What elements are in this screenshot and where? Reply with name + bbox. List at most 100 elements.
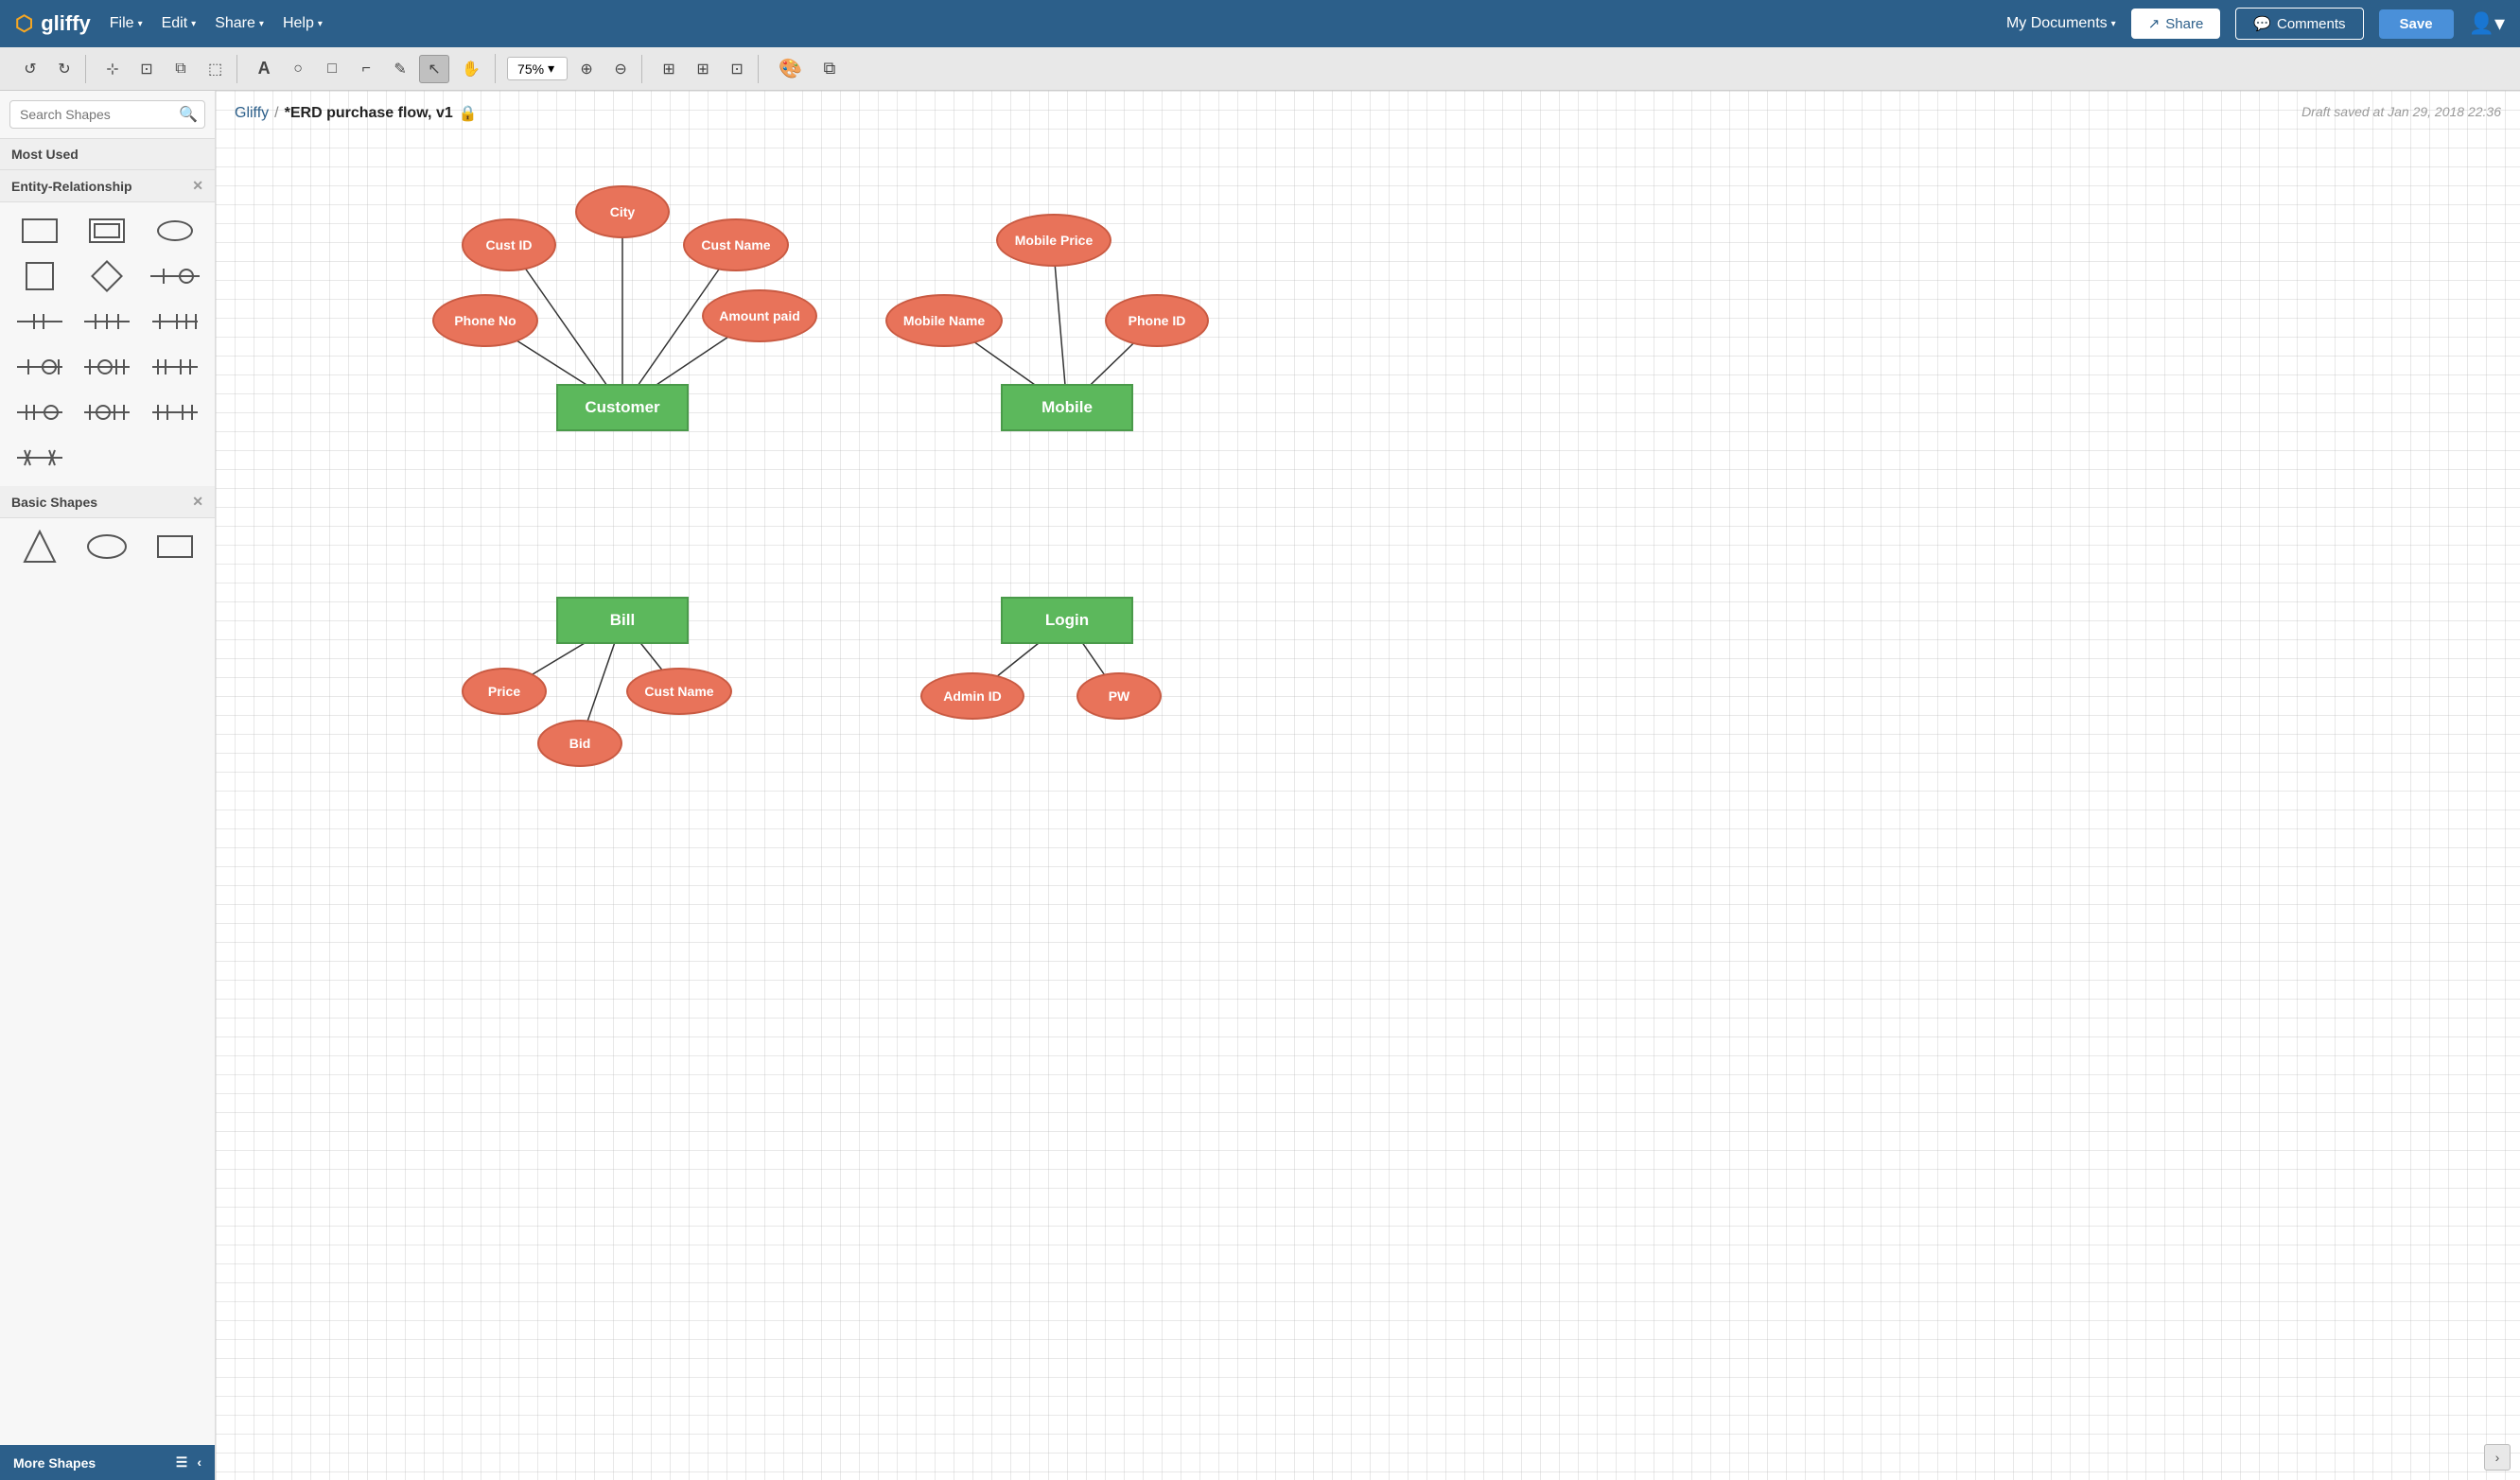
er-one-many-icon — [150, 306, 200, 337]
comments-button[interactable]: 💬 Comments — [2235, 8, 2363, 40]
select-button[interactable]: ⊹ — [97, 55, 128, 83]
er-exactly-one-shape[interactable] — [8, 392, 72, 433]
er-entity2-shape[interactable] — [8, 255, 72, 297]
style-group: 🎨 ⧉ — [764, 52, 850, 85]
file-menu[interactable]: File ▾ — [110, 15, 143, 32]
er-zero-one-shape[interactable] — [8, 346, 72, 388]
attr-admin-id[interactable]: Admin ID — [920, 672, 1024, 720]
attr-amount-paid[interactable]: Amount paid — [702, 289, 817, 342]
er-one-many-shape[interactable] — [143, 301, 207, 342]
basic-shapes-section-header[interactable]: Basic Shapes ✕ — [0, 486, 215, 518]
redo-button[interactable]: ↻ — [49, 55, 79, 83]
er-one-icon — [15, 306, 64, 337]
attr-phone-no[interactable]: Phone No — [432, 294, 538, 347]
attr-mobile-name[interactable]: Mobile Name — [885, 294, 1003, 347]
layers-button[interactable]: ⧉ — [814, 54, 845, 83]
zoom-in-button[interactable]: ⊕ — [571, 55, 602, 83]
er-many-shape[interactable] — [76, 301, 140, 342]
er-section-close[interactable]: ✕ — [192, 178, 203, 194]
rect-tool-button[interactable]: □ — [317, 56, 347, 82]
triangle-shape[interactable] — [8, 526, 72, 567]
entity-login-label: Login — [1045, 611, 1089, 630]
edit-menu[interactable]: Edit ▾ — [162, 15, 197, 32]
save-button[interactable]: Save — [2379, 9, 2454, 39]
attr-city[interactable]: City — [575, 185, 670, 238]
paste-button[interactable]: ⬚ — [200, 55, 231, 83]
er-exactly-one-icon — [15, 397, 64, 427]
attr-cust-name[interactable]: Cust Name — [683, 218, 789, 271]
corner-expand-button[interactable]: › — [2484, 1444, 2511, 1471]
canvas-area[interactable]: Gliffy / *ERD purchase flow, v1 🔒 Draft … — [216, 91, 2520, 1480]
er-shapes-grid — [0, 202, 215, 486]
attr-cust-name2-label: Cust Name — [644, 684, 713, 699]
draw-tool-button[interactable]: ✎ — [385, 55, 415, 83]
entity-relationship-section-header[interactable]: Entity-Relationship ✕ — [0, 170, 215, 202]
nav-right-actions: My Documents ▾ ↗ Share 💬 Comments Save 👤… — [2006, 8, 2505, 40]
text-tool-button[interactable]: A — [249, 54, 279, 83]
attr-mobile-price[interactable]: Mobile Price — [996, 214, 1111, 267]
er-many-many-shape[interactable] — [143, 392, 207, 433]
copy-button[interactable]: ⧉ — [166, 56, 196, 82]
circle-tool-button[interactable]: ○ — [283, 56, 313, 82]
basic-shapes-close[interactable]: ✕ — [192, 494, 203, 510]
search-input[interactable] — [9, 100, 205, 129]
select-area-button[interactable]: ⊡ — [131, 55, 162, 83]
line-tool-button[interactable]: ⌐ — [351, 56, 381, 82]
zoom-out-button[interactable]: ⊖ — [605, 55, 636, 83]
draft-saved-status: Draft saved at Jan 29, 2018 22:36 — [2301, 104, 2501, 119]
pointer-tool-button[interactable]: ↖ — [419, 55, 449, 83]
undo-button[interactable]: ↺ — [15, 55, 45, 83]
help-menu[interactable]: Help ▾ — [283, 15, 323, 32]
attr-cust-name2[interactable]: Cust Name — [626, 668, 732, 715]
zoom-selector[interactable]: 75% ▾ — [507, 57, 568, 80]
er-cross-cross-shape[interactable] — [8, 437, 72, 479]
color-button[interactable]: 🎨 — [770, 52, 811, 85]
search-icon-button[interactable]: 🔍 — [179, 105, 198, 124]
entity-mobile[interactable]: Mobile — [1001, 384, 1133, 431]
entity-customer[interactable]: Customer — [556, 384, 689, 431]
attr-cust-id[interactable]: Cust ID — [462, 218, 556, 271]
er-many-many-icon — [150, 397, 200, 427]
hand-tool-button[interactable]: ✋ — [453, 55, 489, 83]
er-many-icon — [82, 306, 131, 337]
er-entity-shape[interactable] — [8, 210, 72, 252]
rectangle-shape[interactable] — [143, 526, 207, 567]
align-group: ⊞ ⊞ ⊡ — [648, 55, 759, 83]
canvas-header: Gliffy / *ERD purchase flow, v1 🔒 — [235, 104, 478, 123]
lock-icon[interactable]: 🔒 — [459, 104, 478, 123]
most-used-label: Most Used — [11, 147, 79, 162]
diagram-connections — [216, 91, 2520, 1480]
attr-mobile-price-label: Mobile Price — [1015, 233, 1093, 248]
entity-bill[interactable]: Bill — [556, 597, 689, 644]
er-zero-many-shape[interactable] — [76, 346, 140, 388]
add-button[interactable]: ⊞ — [654, 55, 684, 83]
grid-button[interactable]: ⊞ — [688, 55, 718, 83]
attr-phone-id[interactable]: Phone ID — [1105, 294, 1209, 347]
attr-bid[interactable]: Bid — [537, 720, 622, 767]
more-shapes-icons: ☰ ‹ — [176, 1454, 201, 1471]
er-dbl-rect-icon — [89, 218, 125, 243]
ellipse-icon — [86, 532, 128, 561]
entity-mobile-label: Mobile — [1041, 398, 1093, 417]
attr-pw[interactable]: PW — [1076, 672, 1162, 720]
er-one-or-many-shape[interactable] — [143, 346, 207, 388]
er-relationship-shape[interactable] — [76, 255, 140, 297]
most-used-section-header[interactable]: Most Used — [0, 139, 215, 170]
er-one-shape[interactable] — [8, 301, 72, 342]
my-documents-menu[interactable]: My Documents ▾ — [2006, 15, 2116, 32]
breadcrumb-gliffy[interactable]: Gliffy — [235, 105, 269, 122]
er-attribute-shape[interactable] — [143, 210, 207, 252]
edit-menu-arrow: ▾ — [191, 19, 196, 29]
app-logo[interactable]: ⬡ gliffy — [15, 11, 91, 36]
share-button[interactable]: ↗ Share — [2131, 9, 2221, 39]
share-menu[interactable]: Share ▾ — [215, 15, 264, 32]
ellipse-shape[interactable] — [76, 526, 140, 567]
more-shapes-bar[interactable]: More Shapes ☰ ‹ — [0, 1445, 215, 1480]
entity-login[interactable]: Login — [1001, 597, 1133, 644]
er-weak-entity-shape[interactable] — [76, 210, 140, 252]
er-zero-shape[interactable] — [76, 392, 140, 433]
layout-button[interactable]: ⊡ — [722, 55, 752, 83]
er-line-shape[interactable] — [143, 255, 207, 297]
user-avatar[interactable]: 👤▾ — [2469, 11, 2505, 36]
attr-price[interactable]: Price — [462, 668, 547, 715]
